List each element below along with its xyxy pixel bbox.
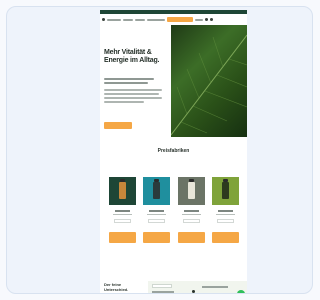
hero-text-line — [104, 93, 159, 95]
price-box — [114, 219, 131, 223]
hero-subline — [104, 78, 154, 80]
hero-text-line — [104, 89, 162, 91]
comparison-section: Der feine Unterschied. — [100, 280, 247, 293]
product-bottle — [153, 182, 161, 199]
product-name[interactable] — [217, 210, 233, 212]
logo[interactable] — [147, 18, 165, 21]
product-subtitle — [215, 214, 235, 215]
nav-link[interactable] — [195, 18, 203, 21]
hero-headline: Mehr Vitalität & Energie im Alltag. — [104, 49, 160, 64]
main-navigation — [100, 14, 247, 25]
add-to-cart-button[interactable] — [177, 232, 205, 243]
product-card[interactable] — [143, 177, 171, 243]
hero-text-line — [104, 97, 162, 99]
nav-link[interactable] — [107, 18, 121, 21]
section-title: Preisfabriken — [157, 148, 190, 154]
menu-icon[interactable] — [102, 18, 105, 21]
add-to-cart-button[interactable] — [143, 232, 171, 243]
product-subtitle — [147, 214, 167, 215]
product-card[interactable] — [177, 177, 205, 243]
product-subtitle — [113, 214, 132, 215]
add-to-cart-button[interactable] — [109, 232, 136, 243]
product-name[interactable] — [115, 210, 130, 212]
comparison-row — [202, 286, 228, 288]
product-image[interactable] — [109, 177, 136, 205]
product-name[interactable] — [183, 210, 199, 212]
add-to-cart-button[interactable] — [211, 232, 239, 243]
product-bottle — [119, 182, 126, 199]
account-icon[interactable] — [205, 18, 208, 21]
price-box — [216, 219, 234, 223]
nav-link[interactable] — [123, 18, 133, 21]
chat-widget-icon[interactable] — [237, 290, 245, 293]
products-section: Preisfabriken — [100, 137, 247, 257]
product-bottle — [221, 182, 229, 199]
product-tabs — [134, 163, 158, 164]
product-card[interactable] — [109, 177, 136, 243]
product-name[interactable] — [149, 210, 165, 212]
nav-link[interactable] — [135, 18, 145, 21]
leaf-image — [171, 25, 247, 137]
check-icon — [192, 290, 195, 293]
product-image[interactable] — [211, 177, 239, 205]
comparison-row — [152, 291, 174, 293]
price-box — [148, 219, 166, 223]
comparison-title: Der feine Unterschied. — [104, 282, 129, 292]
comparison-chip — [152, 284, 172, 288]
website-page: Mehr Vitalität & Energie im Alltag. Prei… — [100, 10, 247, 293]
product-card[interactable] — [211, 177, 239, 243]
comparison-panel — [148, 281, 247, 293]
hero-subline — [104, 82, 148, 84]
product-bottle — [187, 182, 195, 199]
leaf-vein-graphic — [171, 34, 247, 136]
product-grid — [109, 177, 239, 243]
cart-icon[interactable] — [210, 18, 213, 21]
screenshot-card: Mehr Vitalität & Energie im Alltag. Prei… — [6, 6, 313, 294]
hero-text-line — [104, 101, 144, 103]
hero-section: Mehr Vitalität & Energie im Alltag. — [100, 25, 247, 137]
product-subtitle — [181, 214, 201, 215]
nav-cta-button[interactable] — [167, 17, 193, 22]
price-box — [182, 219, 200, 223]
product-image[interactable] — [177, 177, 205, 205]
hero-cta-button[interactable] — [104, 122, 132, 129]
product-image[interactable] — [143, 177, 171, 205]
